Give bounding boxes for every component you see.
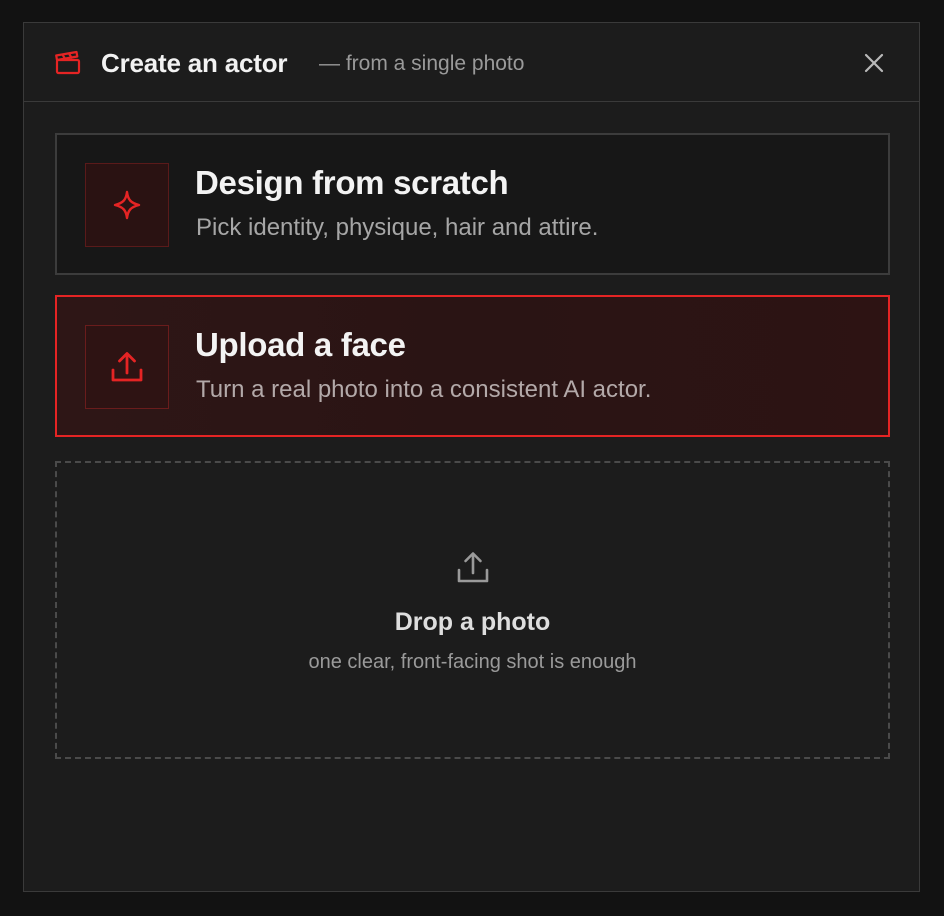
dropzone-title: Drop a photo [394,608,551,636]
dialog-title: Create an actor [101,48,288,78]
option-title: Design from scratch [195,164,509,201]
option-title: Upload a face [195,326,406,363]
dialog-header: Create an actor — from a single photo [24,23,919,102]
option-icon-box [85,163,169,247]
dropzone-subtitle: one clear, front-facing shot is enough [308,651,637,673]
close-button[interactable] [861,50,887,76]
option-icon-box [85,325,169,409]
create-actor-dialog: Create an actor — from a single photo De… [23,22,920,892]
design-from-scratch-option[interactable]: Design from scratch Pick identity, physi… [55,133,890,275]
clapperboard-icon [54,49,82,77]
sparkle-icon [113,190,141,220]
option-description: Turn a real photo into a consistent AI a… [196,376,652,403]
dialog-subtitle: — from a single photo [319,52,525,75]
upload-a-face-option[interactable]: Upload a face Turn a real photo into a c… [55,295,890,437]
upload-icon [111,352,143,382]
photo-dropzone[interactable]: Drop a photo one clear, front-facing sho… [55,461,890,759]
option-description: Pick identity, physique, hair and attire… [196,214,599,241]
close-icon[interactable] [861,50,887,76]
upload-icon [457,552,488,583]
